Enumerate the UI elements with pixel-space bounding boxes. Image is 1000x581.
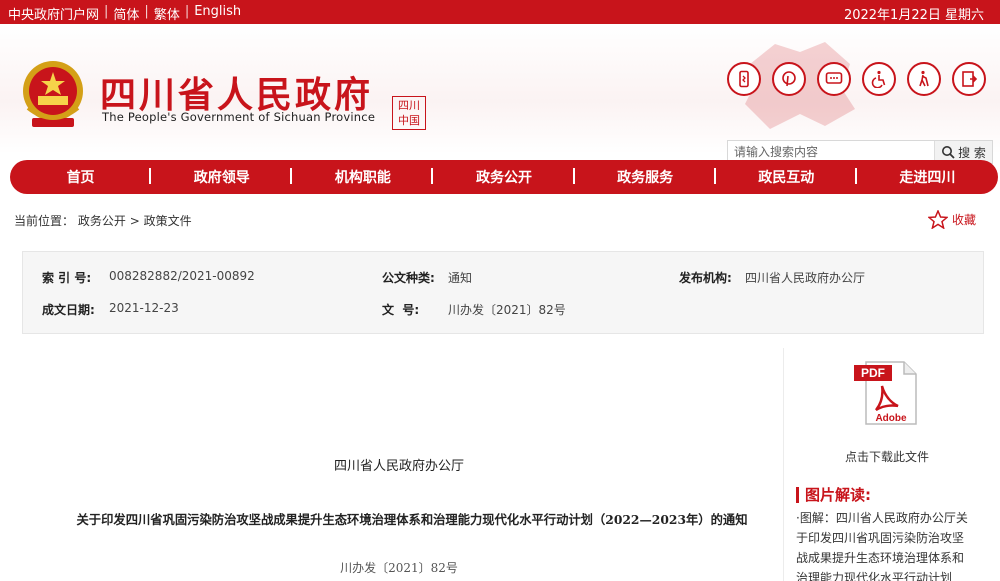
- link-traditional[interactable]: 繁体: [154, 4, 180, 23]
- divider: |: [184, 4, 190, 19]
- accessibility-icon[interactable]: [862, 62, 896, 96]
- site-header: 四川省人民政府 The People's Government of Sichu…: [0, 24, 1000, 164]
- message-icon[interactable]: [817, 62, 851, 96]
- download-label[interactable]: 点击下载此文件: [812, 448, 962, 465]
- link-gov-portal[interactable]: 中央政府门户网: [8, 4, 99, 23]
- top-links: 中央政府门户网 | 简体 | 繁体 | English: [8, 4, 241, 23]
- seal-logo: 四川 中国: [392, 96, 426, 130]
- meta-index-value: 008282882/2021-00892: [109, 269, 255, 283]
- breadcrumb: 当前位置： 政务公开 > 政策文件: [14, 212, 192, 229]
- document-meta: 索 引 号: 008282882/2021-00892 公文种类: 通知 发布机…: [22, 251, 984, 334]
- favorite-label: 收藏: [952, 213, 977, 227]
- meta-docno-value: 川办发〔2021〕82号: [448, 303, 566, 317]
- graphic-interpretation-title: 图片解读:: [805, 486, 871, 504]
- document-title: 关于印发四川省巩固污染防治攻坚战成果提升生态环境治理体系和治理能力现代化水平行动…: [76, 512, 748, 527]
- document-issuer: 四川省人民政府办公厅: [333, 459, 464, 474]
- star-icon: [928, 210, 948, 229]
- elderly-icon[interactable]: [907, 62, 941, 96]
- svg-text:Adobe: Adobe: [875, 413, 907, 424]
- favorite-button[interactable]: 收藏: [928, 210, 976, 229]
- nav-item-home[interactable]: 首页: [10, 167, 152, 187]
- header-tools: [727, 62, 986, 96]
- divider: |: [144, 4, 149, 19]
- mobile-icon[interactable]: [727, 62, 761, 96]
- site-subtitle: The People's Government of Sichuan Provi…: [102, 110, 376, 124]
- meta-type-key: 公文种类:: [382, 271, 435, 285]
- main-nav: 首页 政府领导 机构职能 政务公开 政务服务 政民互动 走进四川: [10, 160, 998, 194]
- top-bar: 中央政府门户网 | 简体 | 繁体 | English 2022年1月22日 星…: [0, 0, 1000, 24]
- nav-item-leaders[interactable]: 政府领导: [151, 167, 293, 187]
- search-icon: [942, 146, 955, 159]
- graphic-interpretation-heading: 图片解读:: [796, 484, 871, 505]
- nav-item-sichuan[interactable]: 走进四川: [857, 167, 998, 187]
- meta-org-key: 发布机构:: [679, 271, 732, 285]
- breadcrumb-openness[interactable]: 政务公开: [78, 214, 126, 228]
- pinterest-icon[interactable]: [772, 62, 806, 96]
- search-button-label: 搜 索: [958, 145, 986, 160]
- meta-date-key: 成文日期:: [42, 303, 95, 317]
- nav-item-services[interactable]: 政务服务: [575, 167, 716, 187]
- nav-item-interaction[interactable]: 政民互动: [716, 167, 857, 187]
- document-number: 川办发〔2021〕82号: [340, 561, 458, 575]
- meta-docno-key: 文 号:: [382, 303, 420, 317]
- nav-item-openness[interactable]: 政务公开: [433, 167, 575, 187]
- meta-index-key: 索 引 号:: [42, 271, 92, 285]
- heading-bar: [796, 486, 799, 503]
- breadcrumb-prefix: 当前位置：: [14, 214, 75, 228]
- link-simplified[interactable]: 简体: [113, 4, 139, 23]
- pdf-download-icon[interactable]: PDF Adobe: [852, 360, 922, 426]
- meta-type-value: 通知: [448, 271, 473, 285]
- nav-item-functions[interactable]: 机构职能: [292, 167, 434, 187]
- current-date: 2022年1月22日 星期六: [843, 8, 984, 23]
- link-english[interactable]: English: [194, 4, 241, 23]
- graphic-interpretation-link[interactable]: ·图解：四川省人民政府办公厅关于印发四川省巩固污染防治攻坚战成果提升生态环境治理…: [796, 508, 974, 581]
- meta-date-value: 2021-12-23: [109, 301, 179, 315]
- exit-icon[interactable]: [952, 62, 986, 96]
- breadcrumb-policy-docs[interactable]: 政策文件: [144, 214, 192, 228]
- divider: |: [104, 4, 109, 19]
- national-emblem-icon: [23, 61, 83, 127]
- breadcrumb-sep: >: [129, 214, 140, 228]
- document-body: 四川省人民政府办公厅 关于印发四川省巩固污染防治攻坚战成果提升生态环境治理体系和…: [14, 348, 784, 581]
- svg-text:PDF: PDF: [861, 366, 885, 380]
- meta-org-value: 四川省人民政府办公厅: [745, 271, 866, 285]
